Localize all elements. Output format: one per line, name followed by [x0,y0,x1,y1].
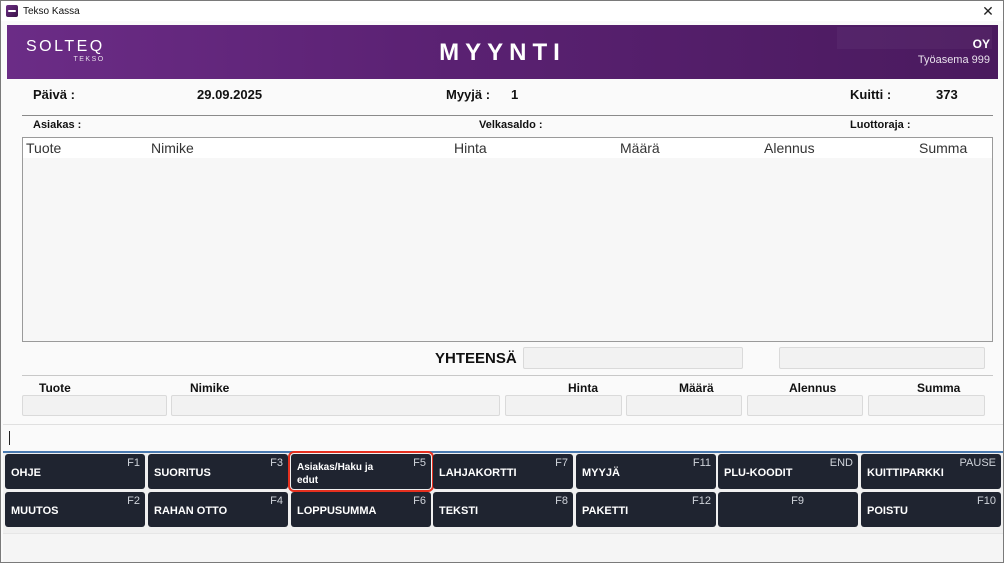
date-label: Päivä : [33,87,75,102]
divider [22,115,993,116]
cash-withdrawal-button[interactable]: RAHAN OTTO F4 [148,492,288,527]
company-name: OY [972,37,990,51]
grid-col-discount: Alennus [764,140,815,156]
price-input[interactable] [505,395,622,416]
receipt-value: 373 [936,87,958,102]
total-sum-field [779,347,985,369]
payment-button[interactable]: SUORITUS F3 [148,454,288,489]
app-icon [6,5,18,17]
debt-balance-label: Velkasaldo : [479,119,543,131]
fkey-label: PLU-KOODIT [724,467,793,479]
grid-col-product: Tuote [26,140,62,156]
fkey-label: PAKETTI [582,505,629,517]
grid-col-quantity: Määrä [620,140,660,156]
app-window: Tekso Kassa ✕ SOLTEQ TEKSO MYYNTI OY Työ… [0,0,1004,563]
text-button[interactable]: TEKSTI F8 [433,492,573,527]
entry-quantity-label: Määrä [679,381,714,395]
credit-limit-label: Luottoraja : [850,119,911,131]
customer-label: Asiakas : [33,119,82,131]
quantity-input[interactable] [626,395,742,416]
entry-name-label: Nimike [190,381,230,395]
fkey-label: POISTU [867,505,908,517]
fkey-label: MYYJÄ [582,467,620,479]
entry-product-label: Tuote [39,381,71,395]
plu-codes-button[interactable]: PLU-KOODIT END [718,454,858,489]
sales-grid[interactable]: Tuote Nimike Hinta Määrä Alennus Summa [22,137,993,342]
exit-button[interactable]: POISTU F10 [861,492,1001,527]
modify-button[interactable]: MUUTOS F2 [5,492,145,527]
fkey-shortcut: F8 [555,495,568,507]
fkey-label: SUORITUS [154,467,211,479]
grid-header: Tuote Nimike Hinta Määrä Alennus Summa [23,138,992,158]
divider [22,375,993,376]
receipt-label: Kuitti : [850,87,892,102]
fkey-shortcut: F9 [791,495,804,507]
status-area [3,533,1003,562]
close-icon[interactable]: ✕ [979,2,997,20]
text-caret [9,431,10,445]
total-label: YHTEENSÄ [435,350,517,367]
gift-card-button[interactable]: LAHJAKORTTI F7 [433,454,573,489]
fkey-shortcut: F10 [977,495,996,507]
entry-price-label: Hinta [568,381,598,395]
grid-col-price: Hinta [454,140,487,156]
sum-input[interactable] [868,395,985,416]
grid-col-name: Nimike [151,140,194,156]
fkey-label: TEKSTI [439,505,479,517]
fkey-shortcut: F6 [413,495,426,507]
fkey-label: OHJE [11,467,41,479]
f9-button[interactable]: F9 [718,492,858,527]
fkey-shortcut: F11 [692,457,711,469]
total-field [523,347,743,369]
entry-discount-label: Alennus [789,381,837,395]
seller-button[interactable]: MYYJÄ F11 [576,454,716,489]
seller-label: Myyjä : [446,87,491,102]
fkey-label: LOPPUSUMMA [297,505,377,517]
fkey-shortcut: F5 [413,457,426,469]
fkey-shortcut: F12 [692,495,711,507]
fkey-shortcut: END [829,457,853,469]
fkey-shortcut: F7 [555,457,568,469]
fkey-label: Asiakas/Haku ja edut [297,462,374,486]
header-banner: SOLTEQ TEKSO MYYNTI OY Työasema 999 [7,25,998,79]
fkey-label: MUUTOS [11,505,59,517]
subtotal-button[interactable]: LOPPUSUMMA F6 [291,492,431,527]
window-title: Tekso Kassa [23,5,80,17]
fkey-shortcut: F1 [127,457,140,469]
fkey-shortcut: F3 [270,457,283,469]
grid-col-sum: Summa [919,140,968,156]
workstation-label: Työasema 999 [917,54,990,66]
company-box [837,27,992,49]
function-key-panel: OHJE F1 SUORITUS F3 Asiakas/Haku ja edut… [3,451,1003,533]
help-button[interactable]: OHJE F1 [5,454,145,489]
fkey-shortcut: PAUSE [959,457,996,469]
fkey-shortcut: F4 [270,495,283,507]
entry-sum-label: Summa [917,381,961,395]
fkey-shortcut: F2 [127,495,140,507]
title-bar: Tekso Kassa ✕ [1,1,1003,21]
date-value: 29.09.2025 [197,87,263,102]
fkey-label: KUITTIPARKKI [867,467,944,479]
command-input[interactable] [3,424,1003,451]
seller-value: 1 [511,87,519,102]
receipt-park-button[interactable]: KUITTIPARKKI PAUSE [861,454,1001,489]
product-input[interactable] [22,395,167,416]
customer-search-button[interactable]: Asiakas/Haku ja edut F5 [288,451,434,492]
name-input[interactable] [171,395,500,416]
fkey-label: LAHJAKORTTI [439,467,517,479]
discount-input[interactable] [747,395,863,416]
package-button[interactable]: PAKETTI F12 [576,492,716,527]
fkey-label: RAHAN OTTO [154,505,228,517]
